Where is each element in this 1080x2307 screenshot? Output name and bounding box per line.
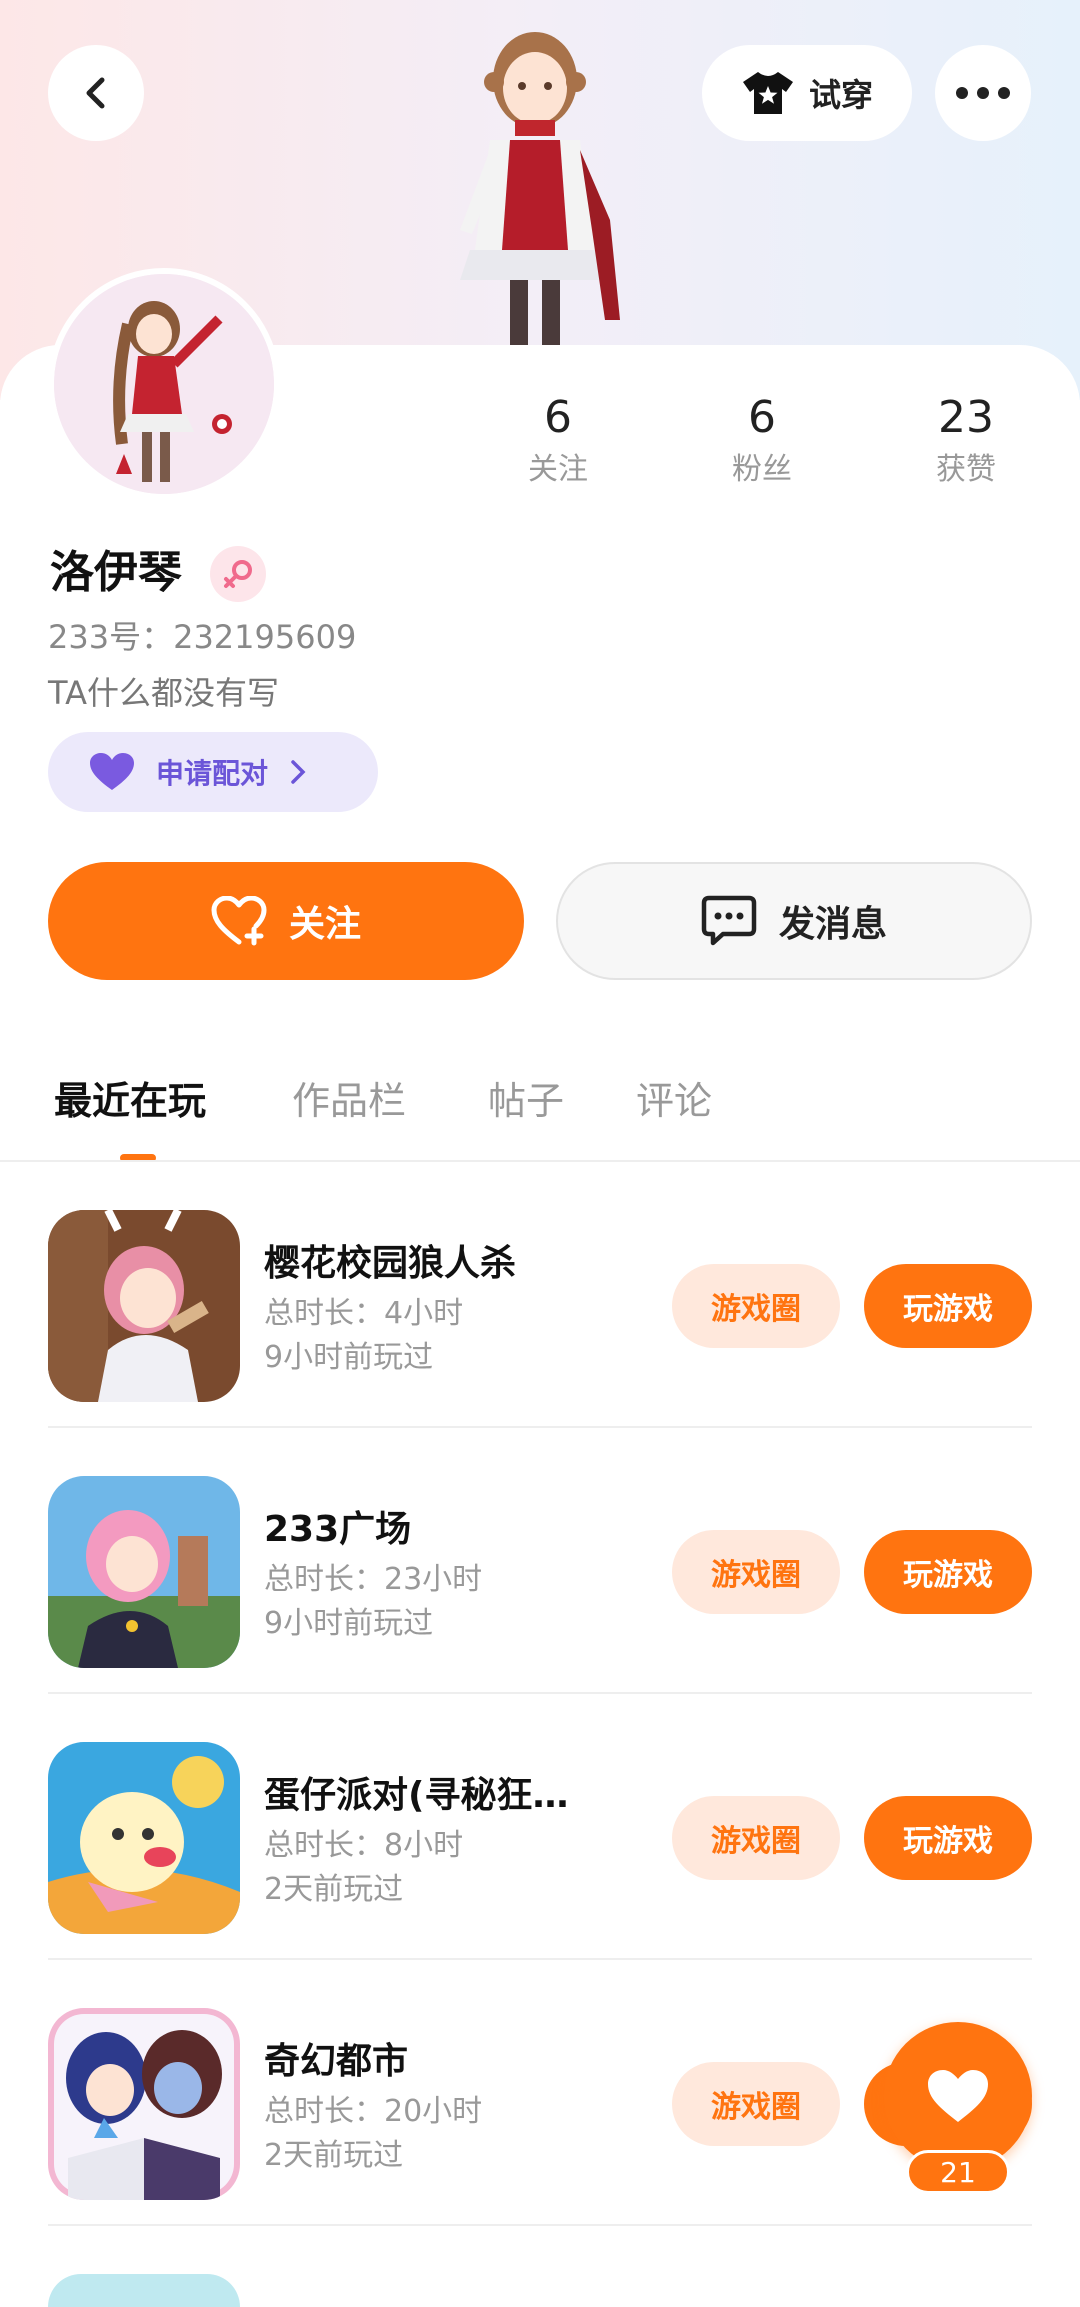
game-title: 奇幻都市 — [264, 2041, 409, 2082]
follow-label: 关注 — [288, 904, 361, 945]
tab-comments[interactable]: 评论 — [636, 1070, 712, 1125]
play-game-button[interactable]: 玩游戏 — [864, 1264, 1032, 1348]
game-icon-partial — [48, 2274, 240, 2307]
game-title: 233广场 — [264, 1509, 412, 1550]
game-title: 樱花校园狼人杀 — [264, 1243, 517, 1284]
game-icon-sakura-school-werewolf — [48, 1210, 240, 1402]
tshirt-star-icon — [742, 72, 793, 114]
user-id: 233号：232195609 — [48, 618, 357, 656]
heart-plus-icon — [211, 896, 267, 946]
chevron-left-icon — [86, 77, 105, 109]
game-duration: 总时长：8小时 — [264, 1828, 464, 1863]
game-circle-button[interactable]: 游戏圈 — [672, 1530, 840, 1614]
list-item[interactable]: 233广场 总时长：23小时 9小时前玩过 游戏圈 玩游戏 — [0, 1428, 1080, 1694]
female-icon — [210, 546, 266, 602]
avatar[interactable] — [48, 268, 280, 500]
profile-tabs: 最近在玩 作品栏 帖子 评论 — [0, 1060, 1080, 1162]
purple-heart-icon — [90, 753, 134, 790]
apply-pair-button[interactable]: 申请配对 — [48, 732, 378, 812]
followers-label: 粉丝 — [732, 452, 792, 487]
tab-recently-played[interactable]: 最近在玩 — [54, 1070, 206, 1125]
tab-posts[interactable]: 帖子 — [488, 1070, 564, 1125]
play-game-button[interactable]: 玩游戏 — [864, 1796, 1032, 1880]
follow-button[interactable]: 关注 — [48, 862, 524, 980]
chevron-right-icon — [291, 760, 306, 784]
likes-label: 获赞 — [936, 452, 996, 487]
game-icon-fantasy-city — [48, 2008, 240, 2200]
game-title: 蛋仔派对(寻秘狂… — [264, 1775, 569, 1816]
game-icon-eggy-party — [48, 1742, 240, 1934]
like-button[interactable] — [884, 2022, 1032, 2170]
ellipsis-icon — [956, 87, 1010, 99]
game-last-played: 2天前玩过 — [264, 2138, 404, 2173]
stat-followers[interactable]: 6 粉丝 — [682, 388, 842, 492]
send-message-label: 发消息 — [778, 904, 887, 945]
game-circle-button[interactable]: 游戏圈 — [672, 1264, 840, 1348]
game-icon-233-plaza — [48, 1476, 240, 1668]
send-message-button[interactable]: 发消息 — [556, 862, 1032, 980]
stat-following[interactable]: 6 关注 — [478, 388, 638, 492]
try-on-button[interactable]: 试穿 — [702, 45, 912, 141]
game-duration: 总时长：23小时 — [264, 1562, 483, 1597]
following-count: 6 — [544, 392, 572, 443]
likes-count: 23 — [938, 392, 994, 443]
heart-icon — [928, 2070, 988, 2122]
apply-pair-label: 申请配对 — [156, 757, 269, 790]
following-label: 关注 — [528, 452, 588, 487]
game-last-played: 9小时前玩过 — [264, 1340, 434, 1375]
chat-bubble-icon — [701, 895, 757, 946]
user-name: 洛伊琴 — [50, 547, 182, 598]
game-last-played: 2天前玩过 — [264, 1872, 404, 1907]
game-last-played: 9小时前玩过 — [264, 1606, 434, 1641]
back-button[interactable] — [48, 45, 144, 141]
play-game-button[interactable]: 玩游戏 — [864, 1530, 1032, 1614]
more-options-button[interactable] — [935, 45, 1031, 141]
list-item[interactable]: 樱花校园狼人杀 总时长：4小时 9小时前玩过 游戏圈 玩游戏 — [0, 1162, 1080, 1428]
avatar-3d-figure — [460, 32, 620, 350]
like-count-badge: 21 — [906, 2150, 1010, 2194]
game-duration: 总时长：20小时 — [264, 2094, 483, 2129]
game-circle-button[interactable]: 游戏圈 — [672, 1796, 840, 1880]
game-circle-button[interactable]: 游戏圈 — [672, 2062, 840, 2146]
avatar-figure — [54, 274, 274, 494]
stat-likes[interactable]: 23 获赞 — [886, 388, 1046, 492]
tab-works[interactable]: 作品栏 — [292, 1070, 406, 1125]
row-divider — [48, 2224, 1032, 2226]
game-duration: 总时长：4小时 — [264, 1296, 464, 1331]
list-item[interactable]: 蛋仔派对(寻秘狂… 总时长：8小时 2天前玩过 游戏圈 玩游戏 — [0, 1694, 1080, 1960]
try-on-label: 试穿 — [808, 76, 873, 114]
user-bio: TA什么都没有写 — [48, 674, 279, 712]
followers-count: 6 — [748, 392, 776, 443]
